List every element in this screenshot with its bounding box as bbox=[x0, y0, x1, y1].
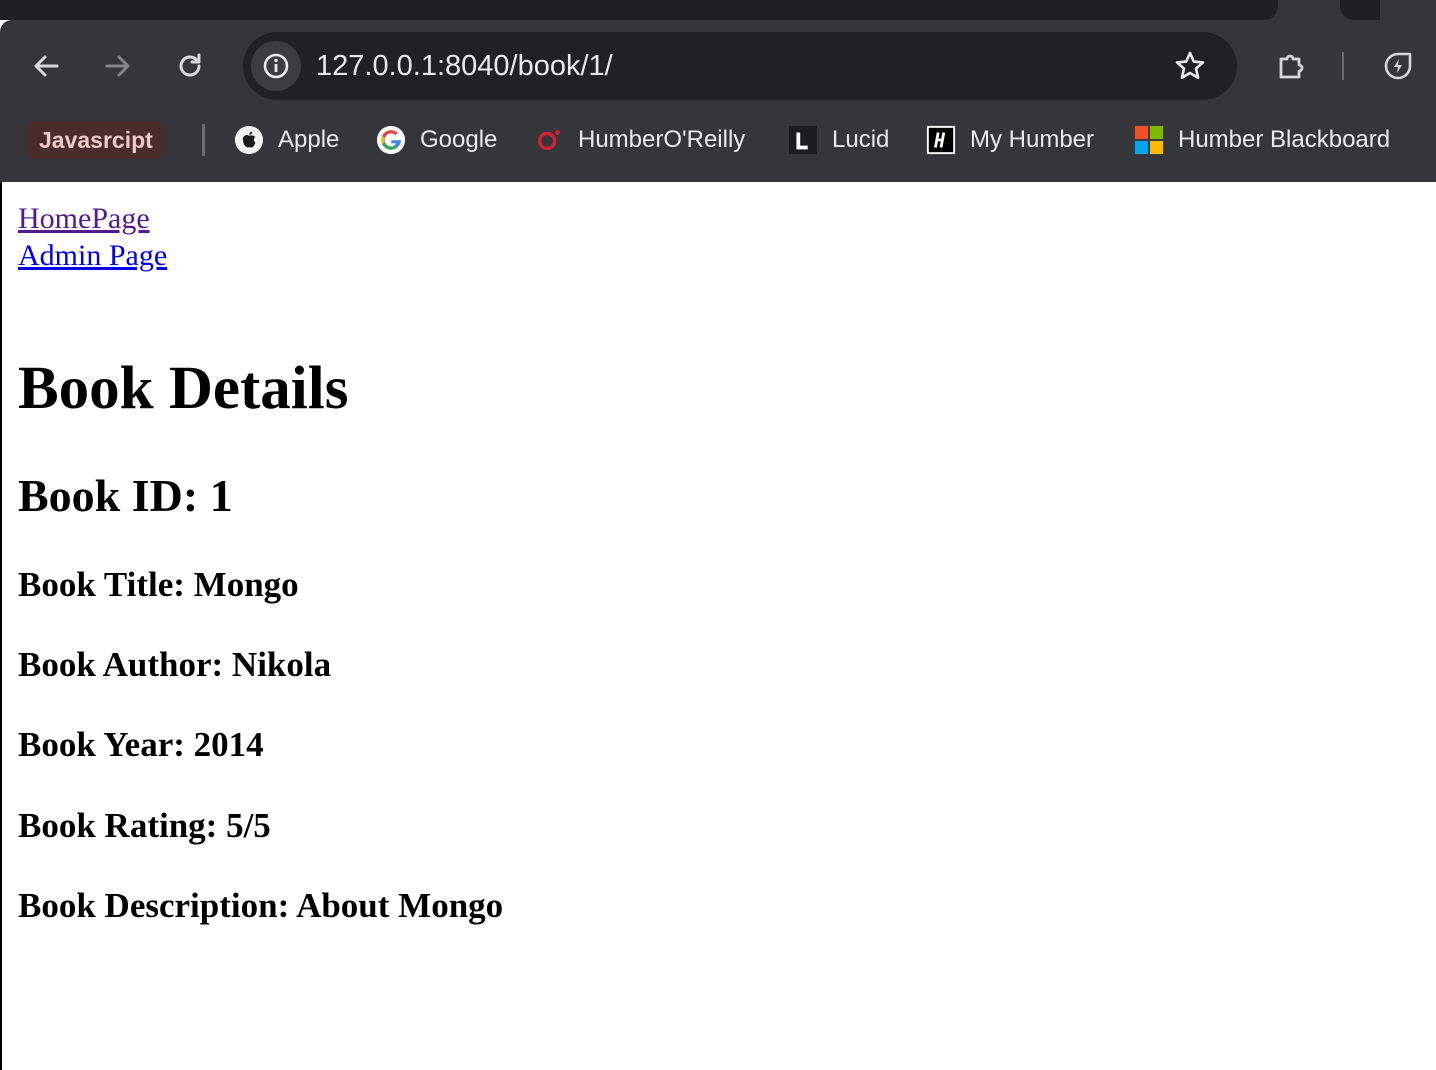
bookmark-star-button[interactable] bbox=[1170, 46, 1210, 86]
book-author: Book Author: Nikola bbox=[18, 645, 332, 684]
tab-notch bbox=[1340, 0, 1380, 20]
book-rating: Book Rating: 5/5 bbox=[18, 806, 271, 845]
forward-arrow-icon bbox=[105, 55, 130, 77]
energy-saver-icon bbox=[1384, 52, 1412, 80]
bookmark-apple[interactable]: Apple bbox=[234, 120, 339, 160]
bookmark-my-humber[interactable]: My Humber bbox=[926, 120, 1094, 160]
performance-button[interactable] bbox=[1378, 46, 1418, 86]
oreilly-icon bbox=[534, 125, 564, 155]
page-nav: HomePage Admin Page bbox=[18, 200, 1418, 274]
admin-page-link[interactable]: Admin Page bbox=[18, 237, 1418, 274]
info-icon bbox=[263, 53, 289, 79]
bookmark-label: Apple bbox=[278, 126, 340, 153]
site-info-button[interactable] bbox=[251, 41, 301, 91]
reload-button[interactable] bbox=[170, 46, 210, 86]
lucid-icon bbox=[788, 125, 818, 155]
url-text[interactable]: 127.0.0.1:8040/book/1/ bbox=[316, 46, 613, 86]
bookmark-label: Lucid bbox=[832, 126, 890, 153]
reload-icon bbox=[179, 53, 201, 77]
bookmark-label: My Humber bbox=[970, 126, 1095, 153]
puzzle-icon bbox=[1279, 54, 1304, 79]
bookmark-humber-oreilly[interactable]: HumberO'Reilly bbox=[534, 120, 745, 160]
star-icon bbox=[1175, 51, 1205, 80]
toolbar-divider bbox=[1342, 52, 1344, 80]
extensions-button[interactable] bbox=[1272, 46, 1312, 86]
apple-icon bbox=[234, 125, 264, 155]
google-icon bbox=[376, 125, 406, 155]
homepage-link[interactable]: HomePage bbox=[18, 200, 1418, 237]
book-year: Book Year: 2014 bbox=[18, 725, 264, 764]
bookmark-lucid[interactable]: Lucid bbox=[788, 120, 889, 160]
bookmarks-separator bbox=[202, 124, 205, 156]
back-arrow-icon bbox=[34, 55, 59, 77]
viewport-edge bbox=[0, 182, 2, 1070]
tab-strip bbox=[0, 0, 1436, 20]
bookmark-folder-javascript[interactable]: Javasrcipt bbox=[27, 121, 165, 159]
back-button[interactable] bbox=[26, 46, 66, 86]
book-description: Book Description: About Mongo bbox=[18, 886, 504, 925]
book-title: Book Title: Mongo bbox=[18, 565, 299, 604]
bookmark-label: Google bbox=[420, 126, 498, 153]
bookmark-label: Humber Blackboard bbox=[1178, 126, 1391, 153]
bookmark-label: HumberO'Reilly bbox=[578, 126, 746, 153]
bookmark-humber-blackboard[interactable]: Humber Blackboard bbox=[1134, 120, 1390, 160]
forward-button[interactable] bbox=[98, 46, 138, 86]
bookmark-google[interactable]: Google bbox=[376, 120, 497, 160]
my-humber-icon bbox=[926, 125, 956, 155]
page-title: Book Details bbox=[18, 355, 349, 422]
book-id: Book ID: 1 bbox=[18, 470, 233, 521]
microsoft-icon bbox=[1134, 125, 1164, 155]
